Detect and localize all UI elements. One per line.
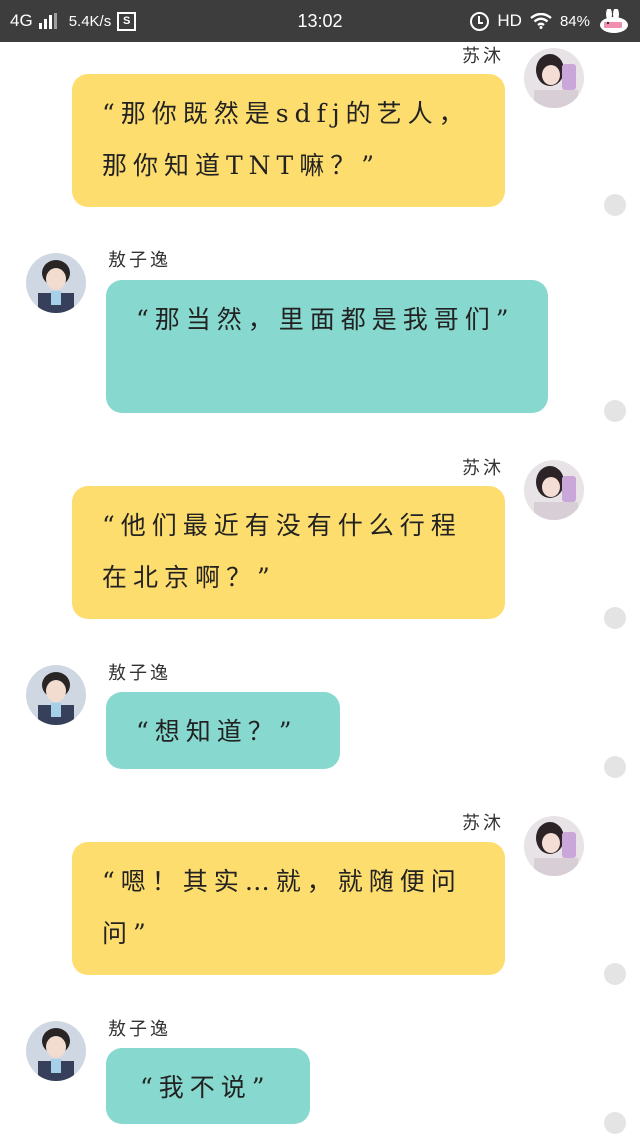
avatar-boy-icon bbox=[26, 253, 86, 313]
avatar-girl-icon bbox=[524, 48, 584, 108]
read-status-dot bbox=[604, 756, 626, 778]
read-status-dot bbox=[604, 607, 626, 629]
battery-bunny-icon bbox=[600, 9, 628, 33]
sender-name: 苏沐 bbox=[462, 458, 504, 479]
message-bubble: “想知道？” bbox=[106, 692, 340, 769]
avatar-sumu[interactable] bbox=[524, 816, 584, 876]
chat-message-6: 敖子逸 “我不说” bbox=[0, 1012, 640, 1138]
avatar-boy-icon bbox=[26, 665, 86, 725]
message-bubble: “他们最近有没有什么行程在北京啊？” bbox=[72, 486, 505, 619]
avatar-sumu[interactable] bbox=[524, 460, 584, 520]
alarm-icon bbox=[470, 11, 490, 31]
sender-name: 苏沐 bbox=[462, 46, 504, 67]
message-bubble: “那当然，里面都是我哥们” bbox=[106, 280, 548, 413]
chat-message-2: 敖子逸 “那当然，里面都是我哥们” bbox=[0, 244, 640, 429]
avatar-sumu[interactable] bbox=[524, 48, 584, 108]
avatar-girl-icon bbox=[524, 816, 584, 876]
avatar-boy-icon bbox=[26, 1021, 86, 1081]
avatar-aoziyi[interactable] bbox=[26, 665, 86, 725]
sender-name: 敖子逸 bbox=[108, 663, 171, 684]
message-bubble: “嗯！其实…就，就随便问问” bbox=[72, 842, 505, 975]
chat-message-3: 苏沐 “他们最近有没有什么行程在北京啊？” bbox=[0, 452, 640, 637]
wifi-icon bbox=[530, 13, 552, 29]
read-status-dot bbox=[604, 400, 626, 422]
sender-name: 苏沐 bbox=[462, 813, 504, 834]
avatar-aoziyi[interactable] bbox=[26, 253, 86, 313]
chat-message-1: 苏沐 “那你既然是sdfj的艺人，那你知道TNT嘛？” bbox=[0, 42, 640, 222]
avatar-aoziyi[interactable] bbox=[26, 1021, 86, 1081]
read-status-dot bbox=[604, 194, 626, 216]
message-bubble: “那你既然是sdfj的艺人，那你知道TNT嘛？” bbox=[72, 74, 505, 207]
read-status-dot bbox=[604, 963, 626, 985]
status-bar: 4G 5.4K/s S 13:02 HD 84% bbox=[0, 0, 640, 42]
battery-level: 84% bbox=[559, 12, 590, 30]
chat-message-4: 敖子逸 “想知道？” bbox=[0, 656, 640, 781]
avatar-girl-icon bbox=[524, 460, 584, 520]
message-bubble: “我不说” bbox=[106, 1048, 310, 1124]
hd-indicator: HD bbox=[497, 11, 522, 30]
sender-name: 敖子逸 bbox=[108, 1019, 171, 1040]
read-status-dot bbox=[604, 1112, 626, 1134]
sender-name: 敖子逸 bbox=[108, 250, 171, 271]
status-right: HD 84% bbox=[470, 0, 632, 42]
chat-message-5: 苏沐 “嗯！其实…就，就随便问问” bbox=[0, 806, 640, 991]
